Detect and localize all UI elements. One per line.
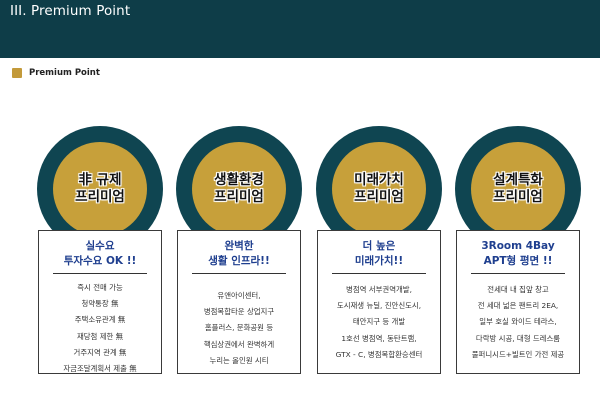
top-header-bar: III. Premium Point: [0, 0, 600, 58]
list-item: 1호선 병점역, 동탄트램,: [341, 333, 417, 343]
list-item: 태안지구 등 개발: [352, 317, 406, 327]
list-item: 전세대 내 집앞 창고: [487, 285, 549, 294]
list-item: 누리는 올인원 시티: [209, 355, 269, 365]
list-item: 도시재생 뉴딜, 진안신도시,: [336, 301, 422, 311]
feature-list: 즉시 전매 가능 청약통장 無 주택소유관계 無 재당첨 제한 無 거주지역 관…: [39, 280, 161, 377]
page-title: III. Premium Point: [10, 3, 131, 19]
card-heading: 3Room 4Bay APT형 평면 !!: [481, 240, 555, 267]
list-item: 풀퍼니시드+빌트인 가전 제공: [471, 349, 565, 359]
heading-divider: [192, 273, 286, 274]
list-item: 병점역 서부권역개발,: [346, 285, 412, 294]
card-content-box: 완벽한 생활 인프라!! 유앤아이센터, 병점복합타운 상업지구 홈플러스, 문…: [177, 230, 301, 374]
list-item: 즉시 전매 가능: [77, 283, 123, 292]
card-content-box: 실수요 투자수요 OK !! 즉시 전매 가능 청약통장 無 주택소유관계 無 …: [38, 230, 162, 374]
card-heading: 더 높은 미래가치!!: [354, 240, 404, 267]
badge-line-2: 프리미엄: [75, 189, 125, 205]
list-item: GTX - C, 병점복합환승센터: [335, 349, 423, 359]
badge-center: 설계특화 프리미엄: [471, 142, 565, 236]
feature-list: 유앤아이센터, 병점복합타운 상업지구 홈플러스, 문화공원 등 핵심상권에서 …: [178, 280, 300, 369]
feature-list: 전세대 내 집앞 창고 전 세대 넓은 팬트리 2EA, 일부 호실 와이드 테…: [457, 280, 579, 363]
section-label: Premium Point: [29, 68, 100, 78]
list-item: 청약통장 無: [81, 299, 119, 309]
badge-center: 생활환경 프리미엄: [192, 142, 286, 236]
card-content-box: 3Room 4Bay APT형 평면 !! 전세대 내 집앞 창고 전 세대 넓…: [456, 230, 580, 374]
feature-list: 병점역 서부권역개발, 도시재생 뉴딜, 진안신도시, 태안지구 등 개발 1호…: [318, 280, 440, 363]
list-item: 유앤아이센터,: [217, 291, 261, 300]
list-item: 핵심상권에서 완벽하게: [203, 339, 275, 349]
list-item: 거주지역 관계 無: [73, 347, 127, 357]
badge-line-1: 非 규제: [78, 172, 122, 188]
badge-line-2: 프리미엄: [354, 189, 404, 205]
badge-center: 미래가치 프리미엄: [332, 142, 426, 236]
list-item: 재당첨 제한 無: [76, 331, 124, 341]
gold-square-icon: [12, 68, 22, 78]
heading-divider: [53, 273, 147, 274]
card-heading: 완벽한 생활 인프라!!: [208, 240, 270, 267]
card-content-box: 더 높은 미래가치!! 병점역 서부권역개발, 도시재생 뉴딜, 진안신도시, …: [317, 230, 441, 374]
list-item: 일부 호실 와이드 테라스,: [479, 317, 557, 327]
badge-line-1: 생활환경: [214, 172, 264, 188]
list-item: 자금조달계획서 제출 無: [63, 364, 137, 374]
heading-divider: [332, 273, 426, 274]
list-item: 주택소유관계 無: [74, 315, 126, 325]
heading-divider: [471, 273, 565, 274]
list-item: 병점복합타운 상업지구: [203, 307, 275, 317]
list-item: 다락방 시공, 대형 드레스룸: [475, 333, 561, 343]
section-heading: Premium Point: [12, 68, 100, 78]
badge-line-2: 프리미엄: [214, 189, 264, 205]
list-item: 홈플러스, 문화공원 등: [204, 323, 274, 333]
card-heading: 실수요 투자수요 OK !!: [63, 240, 137, 267]
badge-line-2: 프리미엄: [493, 189, 543, 205]
list-item: 전 세대 넓은 팬트리 2EA,: [477, 301, 559, 311]
badge-line-1: 설계특화: [493, 172, 543, 188]
badge-line-1: 미래가치: [354, 172, 404, 188]
badge-center: 非 규제 프리미엄: [53, 142, 147, 236]
